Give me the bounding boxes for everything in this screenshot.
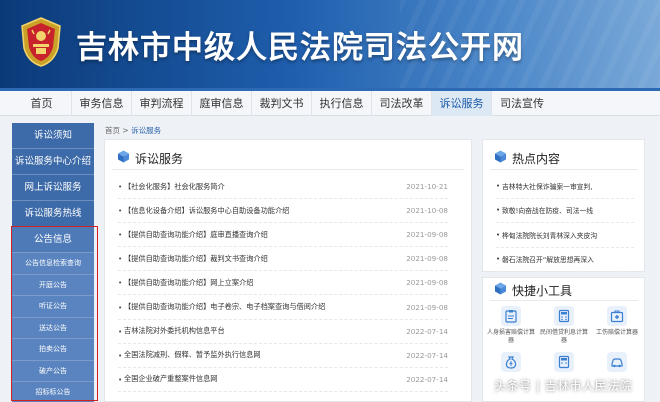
work-injury-calculator-tool[interactable]: 工伤赔偿计算器 xyxy=(593,306,641,337)
calculator-tool[interactable] xyxy=(540,352,588,375)
list-item-date: 2021-09-08 xyxy=(406,230,448,240)
list-item[interactable]: • 吉林法院对外委托机构信息平台 2022-07-14 xyxy=(118,320,448,344)
sidebar-sub-auction[interactable]: 拍卖公告 xyxy=(12,339,94,361)
list-item-date: 2021-10-21 xyxy=(406,182,448,192)
hot-item-title[interactable]: 致敬!向奋战在防疫、司法一线 xyxy=(502,205,593,215)
divider xyxy=(490,300,638,301)
list-item[interactable]: • 【社会化服务】社会化服务简介 2021-10-21 xyxy=(118,175,448,200)
hot-item-title[interactable]: 磐石法院召开“解放思想再深入 xyxy=(502,254,594,264)
nav-item-hearing[interactable]: 庭审信息 xyxy=(192,91,252,116)
hot-content-title: 热点内容 xyxy=(512,152,561,166)
cube-icon xyxy=(118,150,129,163)
cube-icon xyxy=(495,282,506,295)
main-panel-title: 诉讼服务 xyxy=(135,152,184,166)
sidebar-sub-search[interactable]: 公告信息检索查询 xyxy=(12,253,94,275)
calculator-icon xyxy=(554,306,574,326)
loan-interest-calculator-tool[interactable]: 民间借贷利息计算器 xyxy=(540,306,588,345)
list-item-date: 2021-10-08 xyxy=(406,206,448,216)
nav-item-reform[interactable]: 司法改革 xyxy=(372,91,432,116)
list-item-date: 2021-09-08 xyxy=(406,254,448,264)
list-item[interactable]: • 【信息化设备介绍】诉讼服务中心自助设备功能介绍 2021-10-08 xyxy=(118,199,448,224)
list-item-title[interactable]: 【提供自助查询功能介绍】网上立案介绍 xyxy=(124,278,400,288)
list-item-title[interactable]: 【社会化服务】社会化服务简介 xyxy=(124,182,400,192)
breadcrumb-home[interactable]: 首页 xyxy=(105,126,120,135)
court-emblem-icon xyxy=(21,17,61,67)
main-nav: 首页 审务信息 审判流程 庭审信息 裁判文书 执行信息 司法改革 诉讼服务 司法… xyxy=(0,88,660,116)
tool-label: 人身损害赔偿计算器 xyxy=(487,329,536,344)
money-tool[interactable] xyxy=(487,352,535,375)
list-item-title[interactable]: 【提供自助查询功能介绍】庭审直播查询介绍 xyxy=(124,230,400,240)
list-item-date: 2022-07-14 xyxy=(406,326,448,336)
list-item[interactable]: • 致敬!向奋战在防疫、司法一线 xyxy=(496,199,634,223)
nav-item-publicity[interactable]: 司法宣传 xyxy=(492,91,552,116)
nav-item-execution[interactable]: 执行信息 xyxy=(312,91,372,116)
sidebar-item-notice[interactable]: 诉讼须知 xyxy=(12,123,94,149)
sidebar-section-announcements[interactable]: 公告信息 xyxy=(12,227,94,253)
hot-item-title[interactable]: 桦甸法院院长刘青林深入夹皮沟 xyxy=(502,230,597,240)
list-item[interactable]: • 【提供自助查询功能介绍】网上立案介绍 2021-09-08 xyxy=(118,271,448,296)
breadcrumb-separator: > xyxy=(122,126,129,135)
cube-icon xyxy=(495,150,506,163)
list-item-title[interactable]: 吉林法院对外委托机构信息平台 xyxy=(124,326,400,336)
list-item-title[interactable]: 【信息化设备介绍】诉讼服务中心自助设备功能介绍 xyxy=(124,206,400,216)
tool-label: 民间借贷利息计算器 xyxy=(540,329,589,344)
nav-item-home[interactable]: 首页 xyxy=(12,91,72,116)
list-item[interactable]: • 全国法院减刑、假释、暂予监外执行信息网 2022-07-14 xyxy=(118,344,448,368)
medical-kit-icon xyxy=(607,306,627,326)
list-item-title[interactable]: 全国企业破产重整案件信息网 xyxy=(124,374,400,384)
site-title: 吉林市中级人民法院司法公开网 xyxy=(76,30,524,66)
sidebar-sub-tender[interactable]: 招标标公告 xyxy=(12,382,94,402)
breadcrumb-current[interactable]: 诉讼服务 xyxy=(131,126,161,135)
list-item-date: 2022-07-14 xyxy=(406,350,448,360)
money-bag-icon xyxy=(501,352,521,372)
sidebar-sub-bankruptcy[interactable]: 破产公告 xyxy=(12,360,94,382)
list-item-date: 2021-09-08 xyxy=(406,278,448,288)
sidebar-sub-testimony[interactable]: 听证公告 xyxy=(12,296,94,318)
nav-item-litigation-service[interactable]: 诉讼服务 xyxy=(432,91,492,116)
sidebar-item-online-service[interactable]: 网上诉讼服务 xyxy=(12,175,94,201)
quick-tools-title: 快捷小工具 xyxy=(512,284,573,298)
sidebar-item-center-intro[interactable]: 诉讼服务中心介绍 xyxy=(12,149,94,175)
sidebar: 诉讼须知 诉讼服务中心介绍 网上诉讼服务 诉讼服务热线 公告信息 公告信息检索查… xyxy=(12,123,94,402)
hot-content-list: • 吉林特大社保诈骗案一审宣判, • 致敬!向奋战在防疫、司法一线 • 桦甸法院院长刘… xyxy=(496,174,634,272)
sidebar-item-hotline[interactable]: 诉讼服务热线 xyxy=(12,201,94,227)
list-item[interactable]: • 全国企业破产重整案件信息网 2022-07-14 xyxy=(118,368,448,392)
nav-item-trial-process[interactable]: 审判流程 xyxy=(132,91,192,116)
breadcrumb: 首页 > 诉讼服务 xyxy=(105,125,161,136)
clipboard-icon xyxy=(501,306,521,326)
list-item-title[interactable]: 【提供自助查询功能介绍】裁判文书查询介绍 xyxy=(124,254,400,264)
injury-calculator-tool[interactable]: 人身损害赔偿计算器 xyxy=(487,306,535,345)
list-item[interactable]: • 磐石法院召开“解放思想再深入 xyxy=(496,248,634,272)
list-item-title[interactable]: 【提供自助查询功能介绍】电子卷宗、电子档案查询与借阅介绍 xyxy=(124,302,400,312)
sidebar-sub-hearing[interactable]: 开庭公告 xyxy=(12,274,94,296)
hot-item-title[interactable]: 吉林特大社保诈骗案一审宣判, xyxy=(502,181,593,191)
list-item[interactable]: • 【提供自助查询功能介绍】裁判文书查询介绍 2021-09-08 xyxy=(118,247,448,272)
nav-item-affairs[interactable]: 审务信息 xyxy=(72,91,132,116)
list-item-date: 2022-07-14 xyxy=(406,374,448,384)
divider xyxy=(112,169,464,170)
calculator-icon xyxy=(554,352,574,372)
watermark: 头条号 | 吉林市人民法院 xyxy=(494,379,633,393)
list-item-title[interactable]: 全国法院减刑、假释、暂予监外执行信息网 xyxy=(124,350,400,360)
list-item-date: 2021-09-08 xyxy=(406,302,448,312)
litigation-news-list: • 【社会化服务】社会化服务简介 2021-10-21 • 【信息化设备介绍】诉讼服务… xyxy=(118,175,448,392)
list-item[interactable]: • 桦甸法院院长刘青林深入夹皮沟 xyxy=(496,223,634,248)
nav-item-judgments[interactable]: 裁判文书 xyxy=(252,91,312,116)
tool-label: 工伤赔偿计算器 xyxy=(595,329,638,336)
traffic-accident-tool[interactable] xyxy=(593,352,641,375)
car-icon xyxy=(607,352,627,372)
divider xyxy=(490,169,638,170)
sidebar-sub-service[interactable]: 送达公告 xyxy=(12,317,94,339)
list-item[interactable]: • 【提供自助查询功能介绍】电子卷宗、电子档案查询与借阅介绍 2021-09-08 xyxy=(118,295,448,320)
list-item[interactable]: • 吉林特大社保诈骗案一审宣判, xyxy=(496,174,634,199)
site-banner: 吉林市中级人民法院司法公开网 xyxy=(0,0,660,88)
list-item[interactable]: • 【提供自助查询功能介绍】庭审直播查询介绍 2021-09-08 xyxy=(118,223,448,248)
